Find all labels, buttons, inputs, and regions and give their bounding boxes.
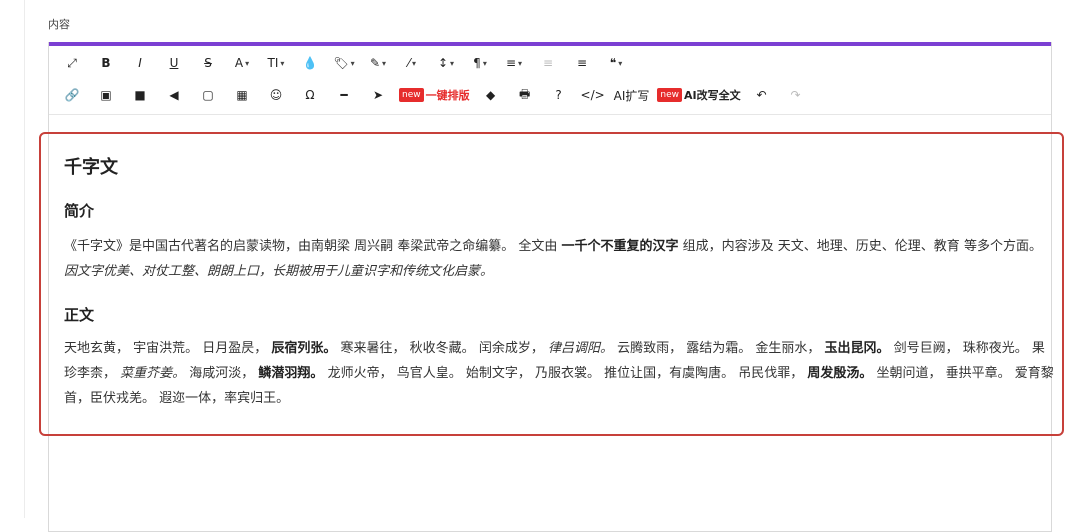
chevron-down-icon: ▾: [350, 58, 355, 68]
outdent-glyph: ≡: [542, 56, 554, 70]
body-bold-4: 周发殷汤。: [807, 366, 873, 381]
chevron-down-icon: ▾: [450, 58, 455, 68]
new-badge: new: [399, 88, 424, 102]
body-text-6: 龙师火帝， 鸟官人皇。 始制文字， 乃服衣裳。 推位让国，有虞陶唐。 吊民伐罪，: [323, 366, 808, 381]
document-title: 千字文: [64, 157, 118, 178]
indent-icon[interactable]: ≡: [569, 50, 595, 76]
code-icon[interactable]: </>: [580, 82, 606, 108]
italic-glyph: I: [138, 56, 142, 70]
file-icon[interactable]: ▢: [195, 82, 221, 108]
underline-glyph: U: [169, 56, 179, 70]
eraser-icon[interactable]: ◆: [478, 82, 504, 108]
video-icon[interactable]: ■: [127, 82, 153, 108]
ai-rewrite-button[interactable]: new AI改写全文: [657, 82, 741, 108]
quote-icon[interactable]: ❝ ▾: [603, 50, 629, 76]
body-paragraph: 天地玄黄， 宇宙洪荒。 日月盈昃， 辰宿列张。 寒来暑往， 秋收冬藏。 闰余成岁…: [64, 336, 1054, 411]
body-text-3: 云腾致雨， 露结为霜。 金生丽水，: [612, 341, 825, 356]
body-text-1: 天地玄黄， 宇宙洪荒。 日月盈昃，: [64, 341, 272, 356]
intro-text-1: 《千字文》是中国古代著名的启蒙读物，由南朝梁 周兴嗣 奉梁武帝之命编纂。 全文由: [64, 239, 562, 254]
body-italic-1: 律吕调阳。: [547, 341, 613, 356]
link-icon[interactable]: 🔗: [59, 82, 85, 108]
chevron-down-icon: ▾: [382, 58, 387, 68]
body-bold-2: 玉出昆冈。: [824, 341, 890, 356]
chevron-down-icon: ▾: [618, 58, 623, 68]
bold-glyph: B: [101, 56, 111, 70]
brush-icon[interactable]: ✎ ▾: [365, 50, 391, 76]
outdent-icon[interactable]: ≡: [535, 50, 561, 76]
horizontal-rule-icon[interactable]: ━: [331, 82, 357, 108]
body-text-2: 寒来暑往， 秋收冬藏。 闰余成岁，: [336, 341, 548, 356]
body-text-5: 海咸河淡，: [185, 366, 259, 381]
strikethrough-button[interactable]: S: [195, 50, 221, 76]
font-size-glyph: TI: [267, 56, 279, 70]
ai-expand-button[interactable]: AI扩写: [614, 82, 650, 108]
font-color-glyph: A: [234, 56, 244, 70]
body-bold-3: 鳞潜羽翔。: [258, 366, 324, 381]
strikethrough-glyph: S: [204, 56, 212, 70]
quote-glyph: ❝: [609, 56, 617, 70]
magic-wand-glyph: ⁄: [407, 56, 410, 70]
ai-rewrite-label: AI改写全文: [683, 89, 741, 102]
underline-button[interactable]: U: [161, 50, 187, 76]
line-height-glyph: ↕: [437, 56, 449, 70]
intro-paragraph: 《千字文》是中国古代著名的启蒙读物，由南朝梁 周兴嗣 奉梁武帝之命编纂。 全文由…: [64, 234, 1054, 284]
fullscreen-glyph: ⤢: [67, 55, 77, 70]
tag-glyph: 🏷: [333, 56, 349, 70]
audio-icon[interactable]: ◀: [161, 82, 187, 108]
indent-glyph: ≡: [576, 56, 588, 70]
print-icon[interactable]: 🖶: [512, 82, 538, 108]
align-glyph: ≡: [505, 56, 517, 70]
chevron-down-icon: ▾: [518, 58, 523, 68]
background-color-icon[interactable]: 💧: [297, 50, 323, 76]
tag-icon[interactable]: 🏷 ▾: [331, 50, 357, 76]
intro-italic-1: 因文字优美、对仗工整、朗朗上口，长期被用于儿童识字和传统文化启蒙。: [64, 264, 494, 279]
fullscreen-icon[interactable]: ⤢: [59, 50, 85, 76]
left-rule: [24, 0, 25, 518]
paragraph-icon[interactable]: ¶ ▾: [467, 50, 493, 76]
cursor-icon[interactable]: ➤: [365, 82, 391, 108]
help-icon[interactable]: ?: [546, 82, 572, 108]
chevron-down-icon: ▾: [280, 58, 285, 68]
undo-icon[interactable]: ↶: [749, 82, 775, 108]
new-badge: new: [657, 88, 682, 102]
body-heading: 正文: [64, 306, 95, 324]
body-bold-1: 辰宿列张。: [271, 341, 337, 356]
toolbar-row-1: ⤢ B I U S A ▾ TI ▾ 💧 🏷 ▾ ✎ ▾ ⁄ ▾ ↕ ▾ ¶ ▾ ≡ ▾ ≡ ≡ ❝ ▾: [49, 48, 1051, 78]
emoji-icon[interactable]: ☺: [263, 82, 289, 108]
paragraph-glyph: ¶: [473, 56, 481, 70]
intro-bold-1: 一千个不重复的汉字: [561, 239, 679, 254]
onekey-layout-label: 一键排版: [425, 89, 470, 102]
bold-button[interactable]: B: [93, 50, 119, 76]
special-char-icon[interactable]: Ω: [297, 82, 323, 108]
editor-accent-bar: [49, 42, 1051, 46]
redo-icon[interactable]: ↷: [783, 82, 809, 108]
image-icon[interactable]: ▣: [93, 82, 119, 108]
italic-button[interactable]: I: [127, 50, 153, 76]
onekey-layout-button[interactable]: new 一键排版: [399, 82, 470, 108]
body-italic-2: 菜重芥姜。: [120, 366, 186, 381]
brush-glyph: ✎: [369, 56, 381, 70]
intro-text-2: 组成，内容涉及 天文、地理、历史、伦理、教育 等多个方面。: [678, 239, 1042, 254]
align-icon[interactable]: ≡ ▾: [501, 50, 527, 76]
chevron-down-icon: ▾: [412, 58, 417, 68]
table-icon[interactable]: ▦: [229, 82, 255, 108]
font-size-button[interactable]: TI ▾: [263, 50, 289, 76]
background-color-glyph: 💧: [302, 56, 318, 70]
toolbar-divider: [49, 114, 1051, 115]
font-color-button[interactable]: A ▾: [229, 50, 255, 76]
toolbar-row-2: 🔗 ▣ ■ ◀ ▢ ▦ ☺ Ω ━ ➤ new 一键排版 ◆ 🖶 ? </> A…: [49, 80, 1051, 110]
line-height-icon[interactable]: ↕ ▾: [433, 50, 459, 76]
field-label: 内容: [48, 18, 70, 31]
chevron-down-icon: ▾: [482, 58, 487, 68]
intro-heading: 简介: [64, 202, 95, 220]
chevron-down-icon: ▾: [245, 58, 250, 68]
magic-wand-icon[interactable]: ⁄ ▾: [399, 50, 425, 76]
